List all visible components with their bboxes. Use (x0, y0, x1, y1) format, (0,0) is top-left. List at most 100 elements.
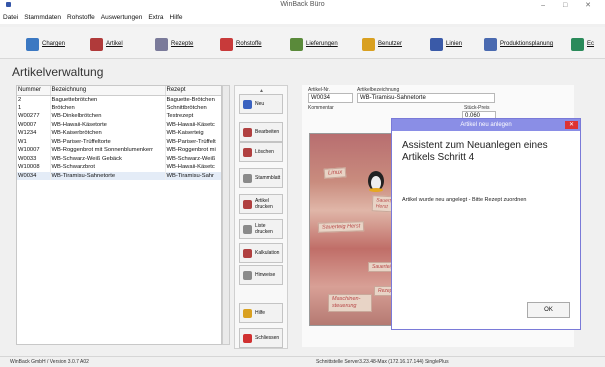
calculation-icon (243, 248, 252, 258)
column-header-bezeichnung[interactable]: Bezeichnung (50, 86, 166, 96)
status-bar: WinBack GmbH / Version 3.0.7 A02 Schnitt… (0, 356, 605, 367)
toolbar-chargen-button[interactable]: Chargen (26, 36, 65, 52)
menu-bar: Datei Stammdaten Rohstoffe Auswertungen … (0, 11, 605, 24)
menu-datei[interactable]: Datei (3, 14, 18, 21)
toolbar-rohstoffe-button[interactable]: Rohstoffe (220, 36, 262, 52)
dialog-message: Artikel wurde neu angelegt - Bitte Rezep… (402, 197, 527, 203)
delete-icon (243, 147, 252, 157)
artnr-field[interactable]: W0034 (308, 93, 353, 103)
cell-nummer: W0033 (17, 154, 51, 163)
schliessen-button[interactable]: Schliessen (239, 328, 283, 348)
new-article-dialog: Artikel neu anlegen ✕ Assistent zum Neua… (391, 118, 581, 330)
column-header-nummer[interactable]: Nummer (17, 86, 51, 96)
menu-extra[interactable]: Extra (148, 14, 163, 21)
cell-rezept: Baguette-Brötchen (165, 95, 221, 104)
table-row[interactable]: W10008 WB-Schwarzbrot WB-Hawaii-Käsetc (17, 163, 221, 172)
close-x-icon (243, 333, 252, 343)
table-row[interactable]: W0033 WB-Schwarz-Weiß Gebäck WB-Schwarz-We… (17, 154, 221, 163)
cell-bezeichnung: WB-Dinkelbrötchen (50, 112, 166, 121)
stammblatt-icon (243, 173, 252, 183)
action-label: Neu (255, 101, 265, 107)
menu-stammdaten[interactable]: Stammdaten (24, 14, 61, 21)
toolbar-produktionsplanung-button[interactable]: Produktionsplanung (484, 36, 553, 52)
main-toolbar: Chargen Artikel Rezepte Rohstoffe Liefer… (0, 27, 605, 59)
cell-rezept: WB-Pariser-Trüffelt (165, 137, 221, 146)
cell-bezeichnung: WB-Kaiserbrötchen (50, 129, 166, 138)
table-row[interactable]: W0007 WB-Hawaii-Käsetorte WB-Hawaii-Käsetc (17, 120, 221, 129)
table-body: 2 Baguettebrötchen Baguette-Brötchen 1 Brötc… (17, 95, 221, 180)
dialog-ok-button[interactable]: OK (527, 302, 570, 318)
loeschen-button[interactable]: Löschen (239, 142, 283, 162)
page-title: Artikelverwaltung (12, 65, 104, 79)
cell-rezept: Testrezept (165, 112, 221, 121)
table-scrollbar[interactable] (222, 85, 230, 345)
cell-rezept: Schnittbrötchen (165, 103, 221, 112)
action-label: Kalkulation (255, 250, 280, 256)
photo-card: Linux (323, 167, 347, 179)
cell-nummer: W1 (17, 137, 51, 146)
table-row[interactable]: 1 Brötchen Schnittbrötchen (17, 103, 221, 112)
produktionsplanung-icon (484, 37, 497, 51)
cell-bezeichnung: Brötchen (50, 103, 166, 112)
table-row[interactable]: W00277 WB-Dinkelbrötchen Testrezept (17, 112, 221, 121)
action-label: Stammblatt (255, 175, 281, 181)
cell-rezept: WB-Hawaii-Käsetc (165, 120, 221, 129)
rohstoffe-icon (220, 37, 233, 51)
artikel-drucken-button[interactable]: Artikel drucken (239, 194, 283, 214)
help-icon (243, 308, 252, 318)
liste-drucken-button[interactable]: Liste drucken (239, 219, 283, 239)
hilfe-button[interactable]: Hilfe (239, 303, 283, 323)
action-label: Hinweise (255, 272, 276, 278)
toolbar-lieferungen-button[interactable]: Lieferungen (290, 36, 338, 52)
toolbar-artikel-button[interactable]: Artikel (90, 36, 123, 52)
action-label: Artikel drucken (255, 198, 273, 210)
table-row[interactable]: W1234 WB-Kaiserbrötchen WB-Kaiserteig (17, 129, 221, 138)
photo-card: Maschinen-steuerung (328, 294, 372, 312)
rezepte-icon (155, 37, 168, 51)
print-list-icon (243, 224, 252, 234)
article-photo: Linux Sauerteig-Herst Sauerteig Herst Sa… (309, 133, 398, 326)
kalkulation-button[interactable]: Kalkulation (239, 243, 283, 263)
cell-bezeichnung: WB-Schwarz-Weiß Gebäck (50, 154, 166, 163)
cell-bezeichnung: WB-Pariser-Trüffeltorte (50, 137, 166, 146)
chargen-icon (26, 37, 39, 51)
toolbar-benutzer-button[interactable]: Benutzer (362, 36, 402, 52)
cell-bezeichnung: WB-Hawaii-Käsetorte (50, 120, 166, 129)
toolbar-ec-button[interactable]: Ec (571, 36, 594, 52)
neu-button[interactable]: Neu (239, 94, 283, 114)
window-controls[interactable]: – □ ✕ (541, 1, 599, 9)
new-icon (243, 99, 252, 109)
hinweise-button[interactable]: Hinweise (239, 265, 283, 285)
column-header-rezept[interactable]: Rezept (165, 86, 221, 96)
linien-icon (430, 37, 443, 51)
article-table[interactable]: Nummer Bezeichnung Rezept 2 Baguettebrötc… (16, 85, 222, 345)
print-article-icon (243, 199, 252, 209)
menu-hilfe[interactable]: Hilfe (170, 14, 183, 21)
cell-rezept: WB-Schwarz-Weiß (165, 154, 221, 163)
action-label: Löschen (255, 149, 274, 155)
cell-bezeichnung: WB-Tiramisu-Sahnetorte (50, 171, 166, 180)
benutzer-icon (362, 37, 375, 51)
cell-nummer: W0034 (17, 171, 51, 180)
dialog-title-bar: Artikel neu anlegen ✕ (392, 119, 580, 131)
table-row[interactable]: W0034 WB-Tiramisu-Sahnetorte WB-Tiramisu-S… (17, 171, 221, 180)
dialog-heading: Assistent zum Neuanlegen eines Artikels … (402, 140, 548, 163)
action-label: Schliessen (255, 335, 280, 341)
bearbeiten-button[interactable]: Bearbeiten (239, 122, 283, 142)
tux-penguin-icon (368, 171, 384, 192)
cell-nummer: W00277 (17, 112, 51, 121)
table-row[interactable]: W10007 WB-Roggenbrot mit Sonnenblumenkerr… (17, 146, 221, 155)
lieferungen-icon (290, 37, 303, 51)
table-row[interactable]: 2 Baguettebrötchen Baguette-Brötchen (17, 95, 221, 104)
cell-nummer: W10007 (17, 146, 51, 155)
table-row[interactable]: W1 WB-Pariser-Trüffeltorte WB-Pariser-Trüf… (17, 137, 221, 146)
toolbar-linien-button[interactable]: Linien (430, 36, 462, 52)
status-version: WinBack GmbH / Version 3.0.7 A02 (10, 359, 89, 365)
bezeichnung-field[interactable]: WB-Tiramisu-Sahnetorte (357, 93, 495, 103)
window-title: WinBack Büro (280, 1, 325, 8)
toolbar-rezepte-button[interactable]: Rezepte (155, 36, 193, 52)
menu-auswertungen[interactable]: Auswertungen (101, 14, 143, 21)
menu-rohstoffe[interactable]: Rohstoffe (67, 14, 95, 21)
dialog-close-button[interactable]: ✕ (565, 121, 578, 129)
stammblatt-button[interactable]: Stammblatt (239, 168, 283, 188)
